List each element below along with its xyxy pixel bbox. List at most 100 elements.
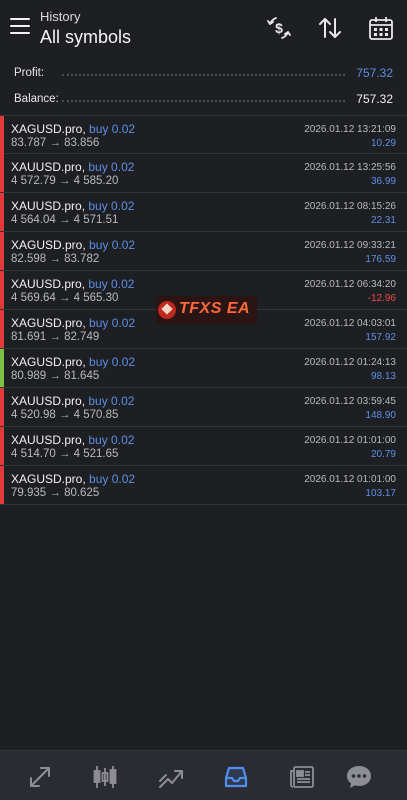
- trade-profit: 10.29: [370, 138, 396, 149]
- trade-row[interactable]: XAGUSD.pro, buy 0.02 79.935 → 80.625 202…: [0, 466, 407, 505]
- trade-profit: 157.92: [365, 332, 396, 343]
- trade-status-bar: [0, 349, 4, 387]
- balance-value: 757.32: [356, 92, 393, 106]
- trade-profit: 103.17: [365, 488, 396, 499]
- nav-quotes-icon[interactable]: [26, 763, 54, 791]
- profit-row: Profit: 757.32: [0, 62, 407, 88]
- trade-prices: 83.787 → 83.856: [11, 137, 100, 149]
- trade-status-bar: [0, 271, 4, 309]
- trade-time: 2026.01.12 01:01:00: [304, 435, 396, 446]
- trade-prices: 4 569.64 → 4 565.30: [11, 292, 119, 304]
- nav-chart-icon[interactable]: [91, 763, 119, 791]
- bottom-navigation: [0, 750, 407, 800]
- trade-row[interactable]: XAUUSD.pro, buy 0.02 4 514.70 → 4 521.65…: [0, 427, 407, 466]
- trade-row[interactable]: XAUUSD.pro, buy 0.02 4 572.79 → 4 585.20…: [0, 154, 407, 193]
- nav-messages-icon[interactable]: [345, 763, 373, 791]
- trade-profit: 36.99: [370, 176, 396, 187]
- trade-time: 2026.01.12 13:25:56: [304, 162, 396, 173]
- trade-prices: 4 572.79 → 4 585.20: [11, 175, 119, 187]
- trade-symbol: XAGUSD.pro,: [11, 122, 86, 136]
- trade-time: 2026.01.12 13:21:09: [304, 124, 396, 135]
- svg-text:$: $: [275, 20, 283, 36]
- trade-symbol-line: XAGUSD.pro, buy 0.02: [11, 122, 135, 136]
- nav-history-icon[interactable]: [222, 763, 250, 791]
- trade-time: 2026.01.12 03:59:45: [304, 396, 396, 407]
- trade-symbol: XAUUSD.pro,: [11, 160, 86, 174]
- trade-side: buy 0.02: [88, 394, 135, 408]
- trade-symbol-line: XAGUSD.pro, buy 0.02: [11, 355, 135, 369]
- trade-time: 2026.01.12 09:33:21: [304, 240, 396, 251]
- trade-profit: 22.31: [370, 215, 396, 226]
- trade-status-bar: [0, 310, 4, 348]
- trade-symbol-line: XAGUSD.pro, buy 0.02: [11, 238, 135, 252]
- trade-status-bar: [0, 193, 4, 231]
- menu-icon[interactable]: [10, 18, 30, 34]
- trade-prices: 4 514.70 → 4 521.65: [11, 448, 119, 460]
- trade-time: 2026.01.12 04:03:01: [304, 318, 396, 329]
- watermark-logo: TFXS EA: [156, 296, 257, 324]
- trade-profit: 176.59: [365, 254, 396, 265]
- calendar-icon[interactable]: [367, 14, 395, 42]
- trade-symbol-line: XAUUSD.pro, buy 0.02: [11, 160, 134, 174]
- account-summary: Profit: 757.32 Balance: 757.32: [0, 62, 407, 114]
- trade-prices: 80.989 → 81.645: [11, 370, 100, 382]
- trade-symbol: XAUUSD.pro,: [11, 394, 86, 408]
- trade-profit: 20.79: [370, 449, 396, 460]
- trade-prices: 82.598 → 83.782: [11, 253, 100, 265]
- trade-time: 2026.01.12 08:15:26: [304, 201, 396, 212]
- trade-side: buy 0.02: [89, 316, 136, 330]
- trade-side: buy 0.02: [89, 122, 136, 136]
- trade-prices: 79.935 → 80.625: [11, 487, 100, 499]
- nav-news-icon[interactable]: [288, 763, 316, 791]
- watermark-emblem-icon: [158, 301, 176, 319]
- profit-value: 757.32: [356, 66, 393, 80]
- trade-row[interactable]: XAUUSD.pro, buy 0.02 4 564.04 → 4 571.51…: [0, 193, 407, 232]
- trade-side: buy 0.02: [89, 355, 136, 369]
- profit-label: Profit:: [14, 67, 45, 79]
- trade-status-bar: [0, 466, 4, 504]
- trade-row[interactable]: XAGUSD.pro, buy 0.02 83.787 → 83.856 202…: [0, 115, 407, 154]
- dotted-leader: [62, 100, 345, 102]
- trade-symbol: XAGUSD.pro,: [11, 238, 86, 252]
- trade-row[interactable]: XAUUSD.pro, buy 0.02 4 520.98 → 4 570.85…: [0, 388, 407, 427]
- trade-symbol-line: XAUUSD.pro, buy 0.02: [11, 394, 134, 408]
- trade-symbol-line: XAGUSD.pro, buy 0.02: [11, 316, 135, 330]
- dotted-leader: [62, 74, 345, 76]
- trade-status-bar: [0, 154, 4, 192]
- watermark-text: TFXS EA: [179, 300, 251, 317]
- trade-symbol: XAGUSD.pro,: [11, 355, 86, 369]
- trade-symbol: XAGUSD.pro,: [11, 316, 86, 330]
- trade-status-bar: [0, 388, 4, 426]
- trade-row[interactable]: XAGUSD.pro, buy 0.02 82.598 → 83.782 202…: [0, 232, 407, 271]
- trade-time: 2026.01.12 01:01:00: [304, 474, 396, 485]
- balance-row: Balance: 757.32: [0, 88, 407, 114]
- trade-status-bar: [0, 427, 4, 465]
- trade-symbol: XAGUSD.pro,: [11, 472, 86, 486]
- trade-side: buy 0.02: [88, 433, 135, 447]
- trade-symbol: XAUUSD.pro,: [11, 433, 86, 447]
- trade-prices: 4 564.04 → 4 571.51: [11, 214, 119, 226]
- trade-side: buy 0.02: [88, 199, 135, 213]
- nav-trade-icon[interactable]: [157, 763, 185, 791]
- trade-status-bar: [0, 232, 4, 270]
- trade-prices: 4 520.98 → 4 570.85: [11, 409, 119, 421]
- trade-time: 2026.01.12 06:34:20: [304, 279, 396, 290]
- trade-side: buy 0.02: [88, 277, 135, 291]
- trade-time: 2026.01.12 01:24:13: [304, 357, 396, 368]
- symbol-filter-title[interactable]: All symbols: [40, 27, 131, 48]
- trade-symbol: XAUUSD.pro,: [11, 199, 86, 213]
- trade-symbol-line: XAUUSD.pro, buy 0.02: [11, 199, 134, 213]
- trade-symbol-line: XAGUSD.pro, buy 0.02: [11, 472, 135, 486]
- trade-profit: -12.96: [367, 293, 396, 304]
- trade-side: buy 0.02: [88, 160, 135, 174]
- top-app-bar: History All symbols $: [0, 0, 407, 56]
- trade-row[interactable]: XAGUSD.pro, buy 0.02 80.989 → 81.645 202…: [0, 349, 407, 388]
- trade-side: buy 0.02: [89, 472, 136, 486]
- trade-status-bar: [0, 116, 4, 154]
- sort-icon[interactable]: [316, 14, 344, 42]
- trade-profit: 148.90: [365, 410, 396, 421]
- trade-prices: 81.691 → 82.749: [11, 331, 100, 343]
- trade-symbol: XAUUSD.pro,: [11, 277, 86, 291]
- trade-profit: 98.13: [370, 371, 396, 382]
- dollar-exchange-icon[interactable]: $: [265, 14, 293, 42]
